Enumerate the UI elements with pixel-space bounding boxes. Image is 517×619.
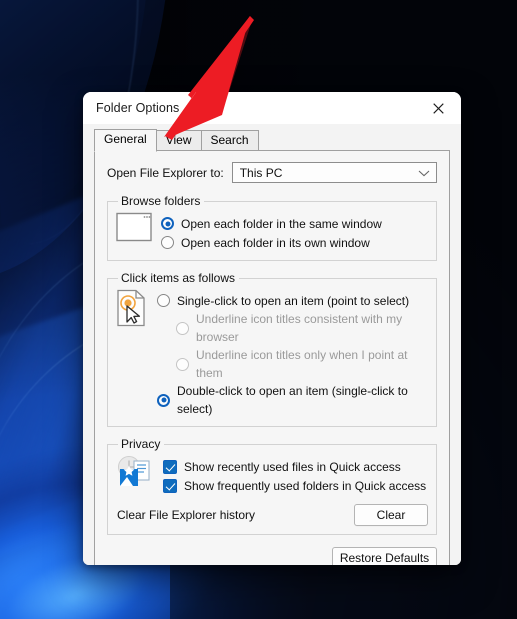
click-items-options: Single-click to open an item (point to s… [157, 289, 428, 418]
radio-underline-point: Underline icon titles only when I point … [176, 346, 428, 382]
window-icon [116, 212, 152, 247]
checkbox-indicator [163, 478, 177, 493]
open-file-explorer-label: Open File Explorer to: [107, 165, 224, 180]
folder-options-dialog: Folder Options General View Search Open … [83, 92, 461, 565]
chevron-down-icon [418, 166, 430, 180]
tab-search[interactable]: Search [200, 130, 259, 151]
clear-history-row: Clear File Explorer history Clear [116, 504, 428, 526]
radio-single-click-label: Single-click to open an item (point to s… [177, 293, 410, 308]
radio-double-click-label: Double-click to open an item (single-cli… [177, 384, 408, 416]
radio-indicator [161, 217, 174, 230]
radio-same-window-label: Open each folder in the same window [181, 216, 382, 231]
browse-folders-legend: Browse folders [121, 194, 201, 208]
close-icon [433, 102, 444, 114]
click-items-legend: Click items as follows [121, 271, 236, 285]
radio-single-click[interactable]: Single-click to open an item (point to s… [157, 291, 428, 310]
privacy-group: Privacy Show recently used files in Quic… [107, 437, 437, 535]
open-file-explorer-dropdown[interactable]: This PC [231, 162, 437, 183]
browse-folders-options: Open each folder in the same window Open… [161, 212, 428, 252]
clear-button[interactable]: Clear [354, 504, 428, 526]
radio-indicator [176, 357, 189, 371]
radio-own-window-label: Open each folder in its own window [181, 235, 370, 250]
radio-indicator [161, 236, 174, 249]
checkbox-recent-files-label: Show recently used files in Quick access [184, 459, 401, 474]
dialog-titlebar: Folder Options [83, 92, 461, 124]
open-file-explorer-value: This PC [239, 165, 283, 180]
restore-defaults-button[interactable]: Restore Defaults [332, 547, 437, 565]
radio-own-window[interactable]: Open each folder in its own window [161, 233, 428, 252]
radio-same-window[interactable]: Open each folder in the same window [161, 214, 428, 233]
click-items-group: Click items as follows Single-click to o… [107, 271, 437, 427]
checkbox-indicator [163, 459, 177, 474]
tab-view[interactable]: View [155, 130, 202, 151]
open-file-explorer-row: Open File Explorer to: This PC [107, 162, 437, 183]
radio-indicator [176, 321, 189, 335]
radio-underline-point-label: Underline icon titles only when I point … [196, 348, 408, 380]
radio-underline-browser-label: Underline icon titles consistent with my… [196, 312, 403, 344]
tab-strip: General View Search [94, 129, 450, 152]
quick-access-icon [116, 455, 154, 494]
radio-underline-browser: Underline icon titles consistent with my… [176, 310, 428, 346]
checkbox-frequent-folders-label: Show frequently used folders in Quick ac… [184, 478, 427, 493]
restore-defaults-row: Restore Defaults [107, 547, 437, 565]
close-button[interactable] [416, 92, 461, 124]
privacy-options: Show recently used files in Quick access… [163, 455, 428, 495]
radio-indicator [157, 393, 170, 407]
document-click-icon [116, 289, 148, 332]
privacy-legend: Privacy [121, 437, 161, 451]
dialog-title: Folder Options [96, 101, 180, 115]
dialog-body: General View Search Open File Explorer t… [83, 124, 461, 565]
browse-folders-group: Browse folders Open each folder in the s… [107, 194, 437, 261]
radio-indicator [157, 294, 170, 307]
tab-panel-general: Open File Explorer to: This PC Browse fo… [94, 151, 450, 565]
checkbox-frequent-folders[interactable]: Show frequently used folders in Quick ac… [163, 476, 428, 495]
desktop-background: Folder Options General View Search Open … [0, 0, 517, 619]
clear-history-label: Clear File Explorer history [117, 508, 256, 522]
checkbox-recent-files[interactable]: Show recently used files in Quick access [163, 457, 428, 476]
radio-double-click[interactable]: Double-click to open an item (single-cli… [157, 382, 428, 418]
tab-general[interactable]: General [94, 129, 157, 152]
